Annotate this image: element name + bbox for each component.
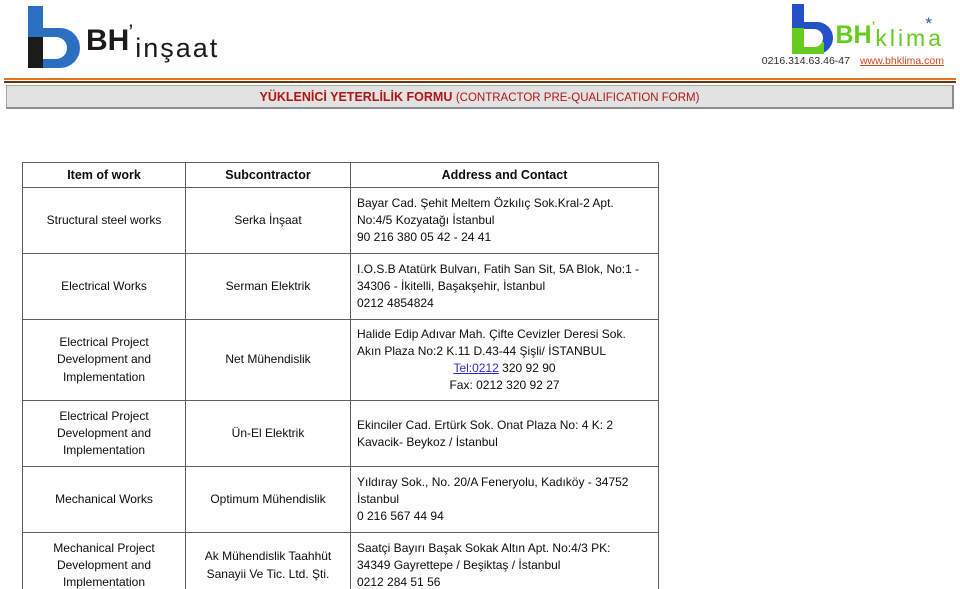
cell-subcontractor: Net Mühendislik (185, 319, 351, 402)
cell-subcontractor: Ak Mühendislik Taahhüt Sanayii Ve Tic. L… (185, 532, 351, 589)
header-rule-orange (4, 78, 956, 80)
header-rule-dark (4, 81, 956, 83)
table-row: Electrical Works Serman Elektrik I.O.S.B… (22, 253, 659, 320)
table-row: Mechanical Works Optimum Mühendislik Yıl… (22, 466, 659, 534)
cell-subcontractor: Optimum Mühendislik (185, 466, 351, 534)
subcontractor-table: Item of work Subcontractor Address and C… (22, 162, 659, 589)
bh-klima-star-icon: * (925, 14, 935, 33)
form-title-banner: YÜKLENİCİ YETERLİLİK FORMU (CONTRACTOR P… (6, 85, 954, 109)
address-line: Akın Plaza No:2 K.11 D.43-44 Şişli/ İSTA… (357, 344, 606, 359)
address-line: 0 216 567 44 94 (357, 509, 444, 524)
bh-klima-mark-icon (787, 4, 835, 54)
address-line: 0212 284 51 56 (357, 575, 441, 589)
cell-address-and-contact: Yıldıray Sok., No. 20/A Feneryolu, Kadık… (350, 466, 659, 534)
bh-insaat-tick-icon: ’ (128, 20, 134, 45)
fax-line: Fax: 0212 320 92 27 (449, 378, 560, 393)
bh-klima-bh-text: BH (835, 21, 872, 49)
cell-item-of-work: Electrical Project Development and Imple… (22, 319, 186, 402)
column-header-subcontractor: Subcontractor (185, 162, 351, 188)
page-title: YÜKLENİCİ YETERLİLİK FORMU (CONTRACTOR P… (260, 90, 700, 104)
address-line: 0212 4854824 (357, 296, 434, 311)
table-row: Electrical Project Development and Imple… (22, 319, 659, 402)
cell-item-of-work: Structural steel works (22, 187, 186, 254)
cell-item-of-work: Electrical Works (22, 253, 186, 320)
cell-address-and-contact: I.O.S.B Atatürk Bulvarı, Fatih San Sit, … (350, 253, 659, 320)
page-title-en: (CONTRACTOR PRE-QUALIFICATION FORM) (455, 91, 700, 104)
cell-item-of-work: Mechanical Project Development and Imple… (22, 532, 186, 589)
telephone-link[interactable]: Tel:0212 (453, 361, 498, 375)
telephone-line: Tel:0212 320 92 90 (357, 360, 652, 377)
table-row: Structural steel works Serka İnşaat Baya… (22, 187, 659, 254)
address-line: Saatçi Bayırı Başak Sokak Altın Apt. No:… (357, 541, 611, 556)
address-line: I.O.S.B Atatürk Bulvarı, Fatih San Sit, … (357, 261, 640, 293)
address-line: 90 216 380 05 42 - 24 41 (357, 230, 492, 245)
table-row: Mechanical Project Development and Imple… (22, 532, 659, 589)
address-line: Yıldıray Sok., No. 20/A Feneryolu, Kadık… (357, 475, 629, 507)
cell-address-and-contact: Saatçi Bayırı Başak Sokak Altın Apt. No:… (350, 532, 659, 589)
address-line: 34349 Gayrettepe / Beşiktaş / İstanbul (357, 558, 561, 573)
document-page: BH ’ inşaat BH ’ klima * 0216.314.63.46-… (0, 0, 960, 589)
bh-insaat-mark-icon (22, 6, 84, 68)
cell-address-and-contact: Halide Edip Adıvar Mah. Çifte Cevizler D… (350, 319, 659, 402)
bh-klima-phone: 0216.314.63.46-47 (761, 55, 850, 67)
bh-klima-website-link[interactable]: www.bhklima.com (860, 55, 944, 67)
cell-subcontractor: Serka İnşaat (185, 187, 351, 254)
cell-subcontractor: Serman Elektrik (185, 253, 351, 320)
cell-address-and-contact: Bayar Cad. Şehit Meltem Özkılıç Sok.Kral… (350, 187, 659, 254)
address-line: Kavacik- Beykoz / İstanbul (357, 434, 498, 449)
address-line: Bayar Cad. Şehit Meltem Özkılıç Sok.Kral… (357, 195, 614, 210)
bh-klima-logo: BH ’ klima * 0216.314.63.46-47 www.bhkli… (762, 4, 944, 67)
bh-insaat-logo: BH ’ inşaat (22, 6, 219, 68)
bh-insaat-word-text: inşaat (135, 33, 220, 63)
column-header-address-and-contact: Address and Contact (350, 162, 659, 188)
cell-item-of-work: Mechanical Works (22, 466, 186, 534)
bh-klima-contact: 0216.314.63.46-47 www.bhklima.com (762, 55, 944, 67)
cell-subcontractor: Ün-El Elektrik (185, 400, 351, 468)
telephone-rest: 320 92 90 (498, 361, 556, 376)
document-header: BH ’ inşaat BH ’ klima * 0216.314.63.46-… (0, 0, 960, 78)
bh-klima-word-text: klima * (875, 15, 944, 50)
table-row: Electrical Project Development and Imple… (22, 400, 659, 468)
table-header-row: Item of work Subcontractor Address and C… (22, 162, 659, 188)
column-header-item-of-work: Item of work (22, 162, 186, 188)
address-line: No:4/5 Kozyatağı İstanbul (357, 212, 495, 227)
bh-insaat-bh-text: BH (86, 24, 130, 57)
cell-item-of-work: Electrical Project Development and Imple… (22, 400, 186, 468)
address-line: Halide Edip Adıvar Mah. Çifte Cevizler D… (357, 327, 626, 341)
cell-address-and-contact: Ekinciler Cad. Ertürk Sok. Onat Plaza No… (350, 400, 659, 468)
address-line: Ekinciler Cad. Ertürk Sok. Onat Plaza No… (357, 417, 614, 432)
page-title-tr: YÜKLENİCİ YETERLİLİK FORMU (259, 89, 456, 104)
subcontractor-table-wrapper: Item of work Subcontractor Address and C… (22, 162, 659, 589)
